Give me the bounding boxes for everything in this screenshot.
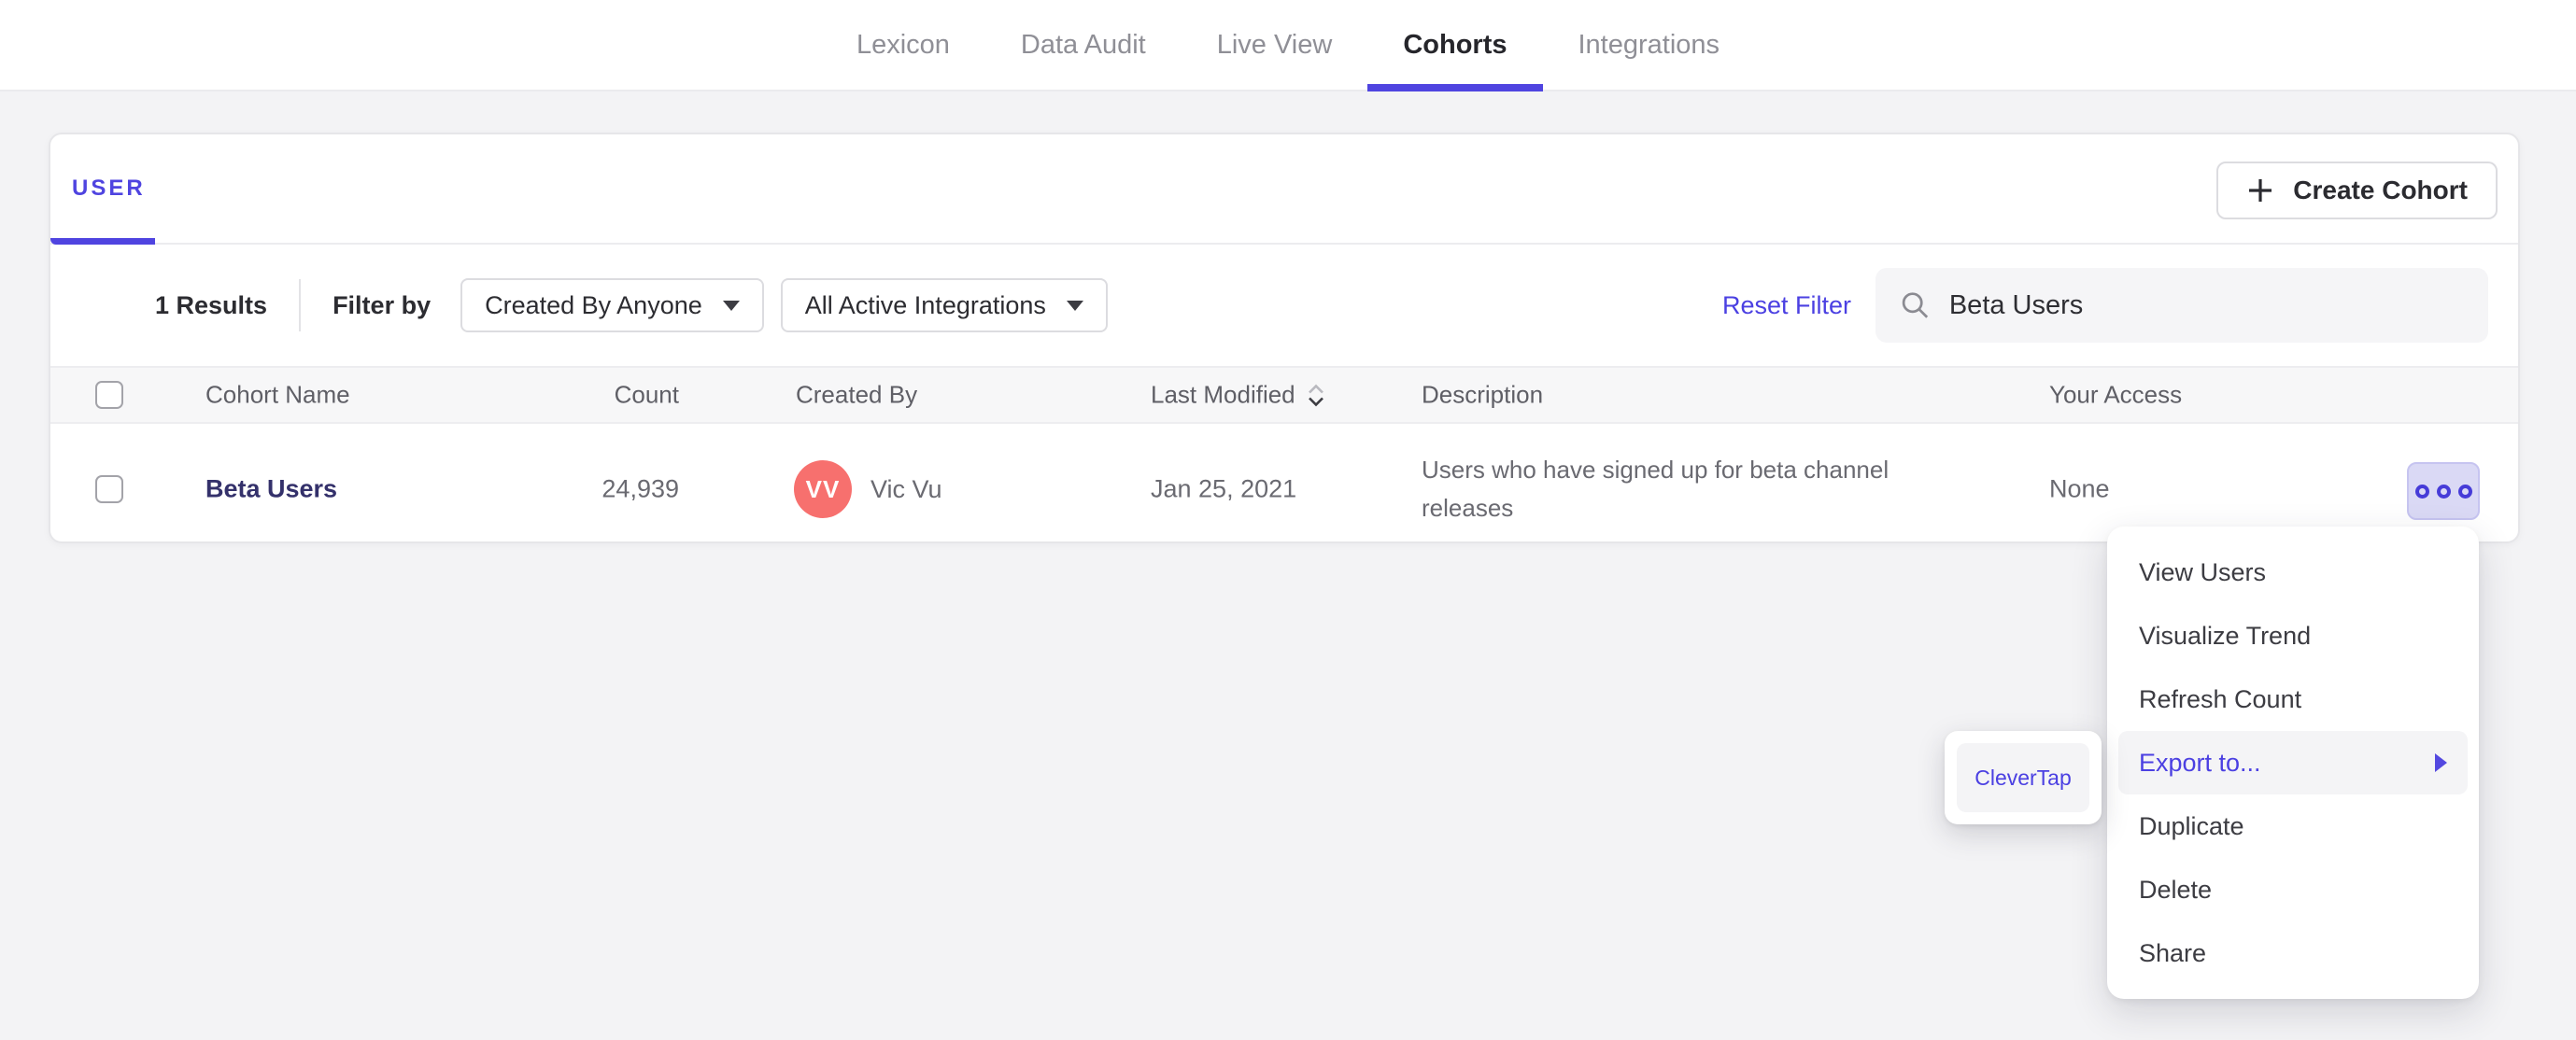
results-count: 1 Results (155, 290, 268, 319)
integrations-dropdown-value: All Active Integrations (804, 290, 1046, 319)
column-header-description[interactable]: Description (1422, 381, 1543, 410)
nav-tab-lexicon[interactable]: Lexicon (821, 0, 985, 90)
export-submenu: CleverTap (1945, 731, 2102, 824)
divider (299, 279, 302, 331)
last-modified-date: Jan 25, 2021 (1151, 474, 1297, 503)
column-header-last-modified-label: Last Modified (1151, 380, 1295, 409)
nav-tab-cohorts[interactable]: Cohorts (1367, 0, 1543, 91)
panel-tabs-row: USER Create Cohort (50, 134, 2518, 245)
reset-filter-link[interactable]: Reset Filter (1722, 291, 1851, 320)
menu-item-export-to-label: Export to... (2139, 748, 2261, 777)
sort-icon[interactable] (1305, 382, 1327, 408)
created-by-cell: VV Vic Vu (794, 460, 942, 518)
nav-tab-label: Lexicon (856, 29, 950, 60)
column-header-count[interactable]: Count (461, 381, 679, 410)
column-header-your-access[interactable]: Your Access (2049, 381, 2182, 410)
menu-item-refresh-count[interactable]: Refresh Count (2118, 668, 2468, 731)
menu-item-export-to[interactable]: Export to... (2118, 731, 2468, 794)
nav-tab-integrations[interactable]: Integrations (1543, 0, 1756, 90)
your-access-value: None (2049, 474, 2110, 503)
created-by-dropdown[interactable]: Created By Anyone (460, 278, 764, 332)
chevron-down-icon (1066, 300, 1083, 311)
search-icon (1902, 292, 1929, 318)
avatar: VV (794, 460, 852, 518)
chevron-down-icon (722, 300, 740, 311)
select-all-checkbox[interactable] (95, 381, 123, 409)
tab-user-label: USER (72, 176, 146, 201)
created-by-dropdown-value: Created By Anyone (485, 290, 702, 319)
plus-icon (2249, 179, 2272, 202)
filter-by-label: Filter by (333, 290, 432, 319)
table-header: Cohort Name Count Created By Last Modifi… (50, 366, 2518, 424)
nav-tab-live-view[interactable]: Live View (1182, 0, 1368, 90)
integrations-dropdown[interactable]: All Active Integrations (780, 278, 1108, 332)
column-header-last-modified[interactable]: Last Modified (1151, 381, 1327, 410)
ellipsis-icon (2436, 484, 2451, 499)
top-navigation: Lexicon Data Audit Live View Cohorts Int… (0, 0, 2576, 91)
nav-tab-label: Data Audit (1020, 29, 1146, 60)
menu-item-duplicate[interactable]: Duplicate (2118, 794, 2468, 858)
cohort-count: 24,939 (602, 474, 679, 503)
nav-tab-label: Cohorts (1403, 29, 1507, 60)
active-tab-underline (50, 238, 155, 245)
tab-user[interactable]: USER (72, 134, 146, 243)
table-row: Beta Users 24,939 VV Vic Vu Jan 25, 2021… (50, 424, 2518, 530)
column-header-cohort-name[interactable]: Cohort Name (205, 381, 350, 410)
search-input[interactable] (1948, 289, 2464, 321)
menu-item-share[interactable]: Share (2118, 921, 2468, 985)
create-cohort-button[interactable]: Create Cohort (2216, 162, 2498, 219)
column-header-created-by[interactable]: Created By (796, 381, 917, 410)
menu-item-visualize-trend[interactable]: Visualize Trend (2118, 604, 2468, 668)
cohort-name-link[interactable]: Beta Users (205, 475, 337, 503)
search-box[interactable] (1875, 268, 2488, 343)
nav-tab-label: Live View (1216, 29, 1333, 60)
more-actions-button[interactable] (2407, 462, 2480, 520)
created-by-name: Vic Vu (870, 474, 942, 503)
nav-tab-label: Integrations (1578, 29, 1720, 60)
submenu-item-clevertap[interactable]: CleverTap (1957, 743, 2089, 812)
ellipsis-icon (2414, 484, 2429, 499)
cohorts-panel: USER Create Cohort 1 Results Filter by C… (49, 133, 2520, 543)
row-checkbox[interactable] (95, 475, 123, 503)
nav-tab-data-audit[interactable]: Data Audit (985, 0, 1182, 90)
create-cohort-label: Create Cohort (2293, 176, 2468, 204)
menu-item-delete[interactable]: Delete (2118, 858, 2468, 921)
cohort-description: Users who have signed up for beta channe… (1422, 456, 1890, 522)
row-actions-menu: View Users Visualize Trend Refresh Count… (2107, 527, 2479, 999)
menu-item-view-users[interactable]: View Users (2118, 541, 2468, 604)
ellipsis-icon (2457, 484, 2472, 499)
submenu-arrow-icon (2435, 753, 2447, 772)
filter-bar: 1 Results Filter by Created By Anyone Al… (50, 245, 2518, 366)
